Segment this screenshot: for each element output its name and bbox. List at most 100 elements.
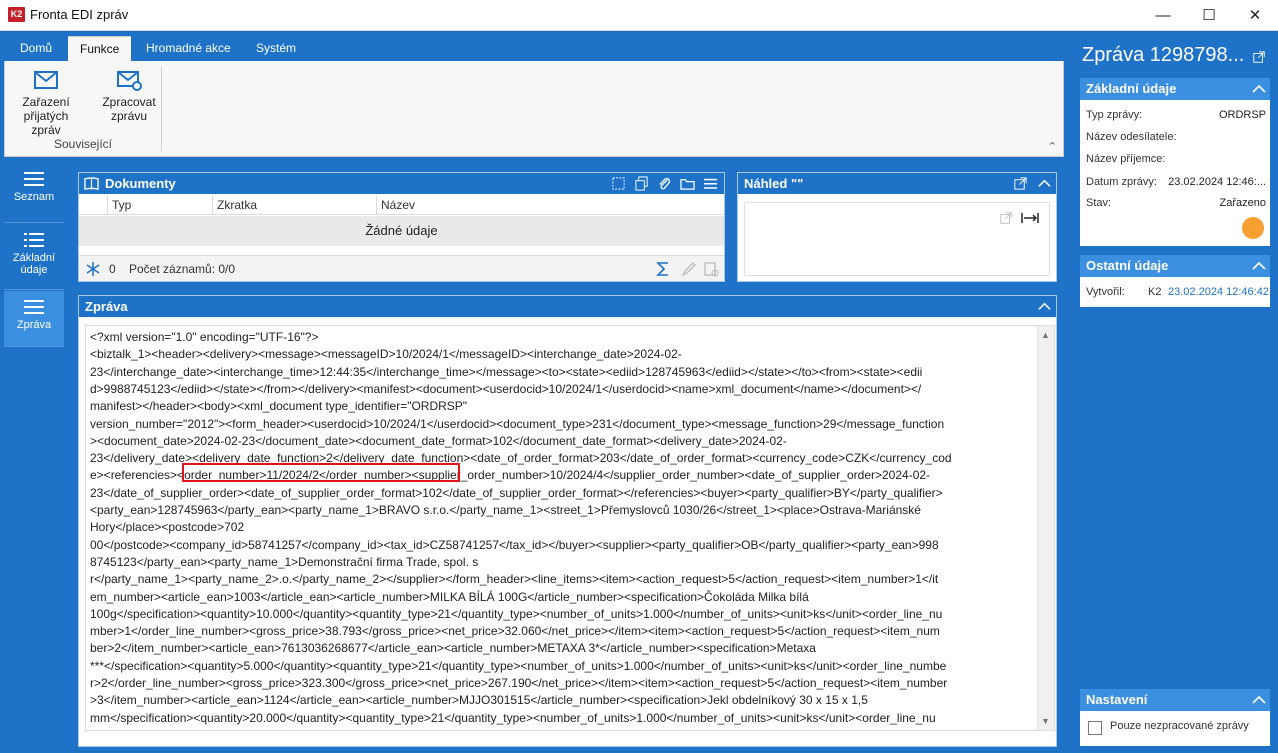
checkbox-label: Pouze nezpracované zprávy xyxy=(1110,720,1249,732)
button-label-line2: přijatých zpráv xyxy=(23,109,69,137)
message-icon xyxy=(24,300,44,314)
preview-title: Náhled "" xyxy=(744,176,804,191)
collapse-ribbon-icon[interactable]: ⌃ xyxy=(1048,140,1057,153)
tab-system[interactable]: Systém xyxy=(244,36,308,61)
xml-line: r>2</order_line_number><gross_price>323.… xyxy=(90,676,948,690)
empty-state: Žádné údaje xyxy=(79,216,724,246)
xml-line: 100g</specification><quantity>10.000</qu… xyxy=(90,606,943,621)
nav-item-zprava[interactable]: Zpráva xyxy=(4,291,64,347)
xml-line: <party_ean>128745963</party_ean><party_n… xyxy=(90,503,921,517)
row-label: Název příjemce: xyxy=(1086,153,1166,165)
detail-sidebar: Zpráva 1298798... Základní údaje Typ zpr… xyxy=(1076,36,1274,750)
group-separator xyxy=(161,67,162,151)
xml-line: em_number><article_ean>1003</article_ean… xyxy=(90,589,809,604)
copy-icon[interactable] xyxy=(634,176,649,191)
row-value: Zařazeno xyxy=(1219,197,1266,209)
other-info-section: Ostatní údaje Vytvořil: K2 23.02.2024 12… xyxy=(1080,255,1270,307)
tab-funkce[interactable]: Funkce xyxy=(68,36,132,61)
button-label-line1: Zpracovat xyxy=(102,95,156,109)
envelope-icon xyxy=(34,71,58,89)
documents-grid-header: Typ Zkratka Název xyxy=(79,195,724,215)
popout-icon[interactable] xyxy=(1013,176,1028,191)
nav-item-seznam[interactable]: Seznam xyxy=(4,163,64,223)
xml-line: mm</specification><quantity>20.000</quan… xyxy=(90,710,936,725)
nav-label-line2: údaje xyxy=(20,264,48,276)
xml-line: <biztalk_1><header><delivery><message><m… xyxy=(90,347,682,362)
row-label: Typ zprávy: xyxy=(1086,109,1143,121)
popout-icon[interactable] xyxy=(1252,50,1266,64)
fit-width-icon[interactable] xyxy=(1021,211,1039,225)
order-number-highlight xyxy=(182,463,460,482)
detail-title: Zpráva 1298798... xyxy=(1082,44,1245,66)
chevron-up-icon[interactable] xyxy=(1250,81,1268,97)
status-indicator xyxy=(1242,217,1264,239)
folder-icon[interactable] xyxy=(680,176,695,191)
footer-count: 0 xyxy=(109,262,116,276)
attachment-icon[interactable] xyxy=(657,176,672,191)
chevron-up-icon[interactable] xyxy=(1037,176,1052,191)
minimize-button[interactable]: — xyxy=(1140,0,1186,31)
column-zkratka[interactable]: Zkratka xyxy=(212,195,375,215)
sum-icon[interactable] xyxy=(655,261,671,277)
close-button[interactable]: ✕ xyxy=(1232,0,1278,31)
open-external-icon[interactable] xyxy=(999,211,1013,225)
menu-icon[interactable] xyxy=(703,176,718,191)
xml-line: ber>2</item_number><article_ean>76130362… xyxy=(90,641,816,656)
message-header: Zpráva xyxy=(79,296,1056,317)
row-datum-zpravy: Datum zprávy: 23.02.2024 12:46:... xyxy=(1086,173,1266,191)
xml-line: ><document_date>2024-02-23</document_dat… xyxy=(90,433,787,448)
row-typ-zpravy: Typ zprávy: ORDRSP xyxy=(1086,106,1266,124)
column-typ[interactable]: Typ xyxy=(107,195,211,215)
title-bar: K2 Fronta EDI zpráv — ☐ ✕ xyxy=(0,0,1278,31)
created-user: K2 xyxy=(1148,286,1162,298)
xml-line: 00</postcode><company_id>58741257</compa… xyxy=(90,537,939,552)
select-icon[interactable] xyxy=(611,176,626,191)
xml-line: ***</specification><quantity>5.000</quan… xyxy=(90,658,947,673)
row-stav: Stav: Zařazeno xyxy=(1086,194,1266,212)
tab-hromadne-akce[interactable]: Hromadné akce xyxy=(134,36,243,61)
row-value: 23.02.2024 12:46:... xyxy=(1168,176,1266,188)
details-list-icon xyxy=(24,233,44,247)
preview-header: Náhled "" xyxy=(738,173,1056,194)
message-title: Zpráva xyxy=(85,299,128,314)
xml-content-area[interactable]: <?xml version="1.0" encoding="UTF-16"?> <… xyxy=(85,325,1055,731)
app-logo-icon: K2 xyxy=(8,7,25,22)
snowflake-icon[interactable] xyxy=(85,261,101,277)
list-icon xyxy=(24,172,44,186)
left-navigation: Seznam Základní údaje Zpráva xyxy=(4,163,64,750)
created-date[interactable]: 23.02.2024 12:46:42 xyxy=(1168,283,1269,301)
chevron-up-icon[interactable] xyxy=(1250,258,1268,274)
column-nazev[interactable]: Název xyxy=(376,195,718,215)
edit-icon[interactable] xyxy=(681,261,697,277)
xml-line: 23</interchange_date><interchange_time>1… xyxy=(90,364,923,379)
settings-doc-icon[interactable] xyxy=(703,261,719,277)
xml-line: 8745123</party_ean><party_name_1>Demonst… xyxy=(90,554,479,569)
xml-line: Hory</place><postcode>702 xyxy=(90,520,245,535)
chevron-up-icon[interactable] xyxy=(1250,692,1268,708)
xml-line: mber>1</order_line_number><gross_price>3… xyxy=(90,624,940,639)
zarazeni-prijatych-zprav-button[interactable]: Zařazení přijatých zpráv xyxy=(13,69,79,137)
documents-title: Dokumenty xyxy=(105,176,176,191)
tab-domu[interactable]: Domů xyxy=(8,36,64,61)
basic-info-section: Základní údaje Typ zprávy: ORDRSP Název o… xyxy=(1080,78,1270,246)
settings-section: Nastavení Pouze nezpracované zprávy xyxy=(1080,689,1270,746)
row-label: Vytvořil: xyxy=(1086,286,1125,298)
row-nazev-odesilatele: Název odesílatele: xyxy=(1086,128,1266,146)
row-label: Stav: xyxy=(1086,197,1112,209)
chevron-up-icon[interactable] xyxy=(1037,299,1052,314)
other-info-header: Ostatní údaje xyxy=(1080,255,1270,277)
row-label: Název odesílatele: xyxy=(1086,131,1177,143)
vertical-scrollbar[interactable]: ▲ ▼ xyxy=(1037,326,1054,730)
xml-line: mber>3</order_line_number></item></line_… xyxy=(90,727,564,730)
ribbon-body: Zařazení přijatých zpráv Zpracovat zpráv… xyxy=(4,61,1064,157)
row-nazev-prijemce: Název příjemce: xyxy=(1086,150,1266,168)
zpracovat-zpravu-button[interactable]: Zpracovat zprávu xyxy=(99,69,159,123)
maximize-button[interactable]: ☐ xyxy=(1186,0,1232,31)
preview-panel: Náhled "" xyxy=(737,172,1057,282)
nav-item-zakladni-udaje[interactable]: Základní údaje xyxy=(4,224,64,290)
group-label: Související xyxy=(53,137,113,151)
unprocessed-only-checkbox[interactable] xyxy=(1088,721,1102,735)
documents-footer: 0 Počet záznamů: 0/0 xyxy=(79,255,724,281)
book-icon xyxy=(84,177,99,191)
nav-label-line1: Základní xyxy=(12,252,56,264)
